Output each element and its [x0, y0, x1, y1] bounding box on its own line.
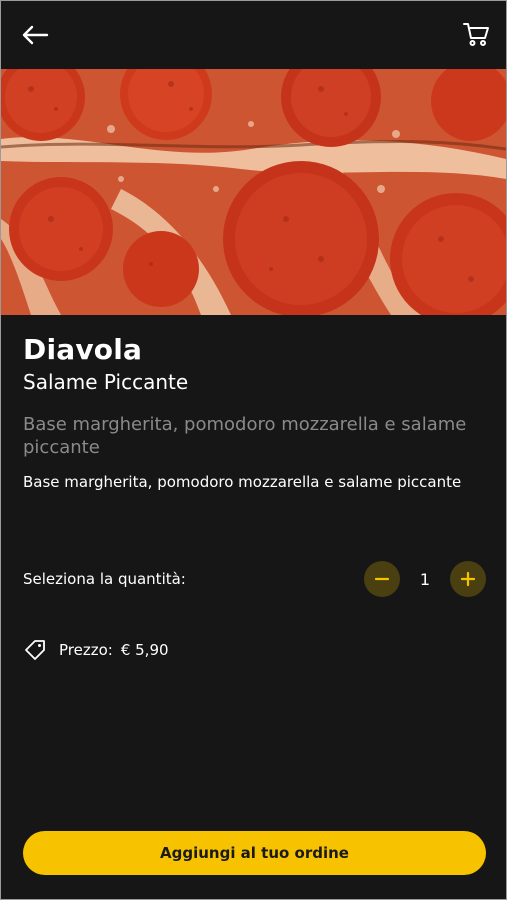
product-description: Base margherita, pomodoro mozzarella e s…: [23, 473, 462, 491]
arrow-left-icon: [22, 25, 49, 45]
quantity-label: Seleziona la quantità:: [23, 570, 186, 588]
decrease-quantity-button[interactable]: [364, 561, 400, 597]
add-to-order-button[interactable]: Aggiungi al tuo ordine: [23, 831, 486, 875]
minus-icon: [374, 577, 390, 581]
product-subtitle: Salame Piccante: [23, 370, 189, 394]
cart-button[interactable]: [460, 18, 492, 50]
top-bar: [1, 1, 506, 69]
pepperoni-pizza-photo: [1, 69, 506, 315]
quantity-selector: Seleziona la quantità: 1: [23, 561, 486, 597]
price-label: Prezzo:: [59, 641, 113, 659]
quantity-stepper: 1: [364, 561, 486, 597]
increase-quantity-button[interactable]: [450, 561, 486, 597]
product-name: Diavola: [23, 333, 143, 366]
product-description-muted: Base margherita, pomodoro mozzarella e s…: [23, 414, 467, 458]
back-button[interactable]: [19, 19, 51, 51]
quantity-value: 1: [419, 569, 431, 589]
price-value: € 5,90: [120, 641, 169, 659]
cart-icon: [463, 23, 489, 46]
product-info: Diavola Salame Piccante Base margherita,…: [23, 333, 486, 493]
price-row: Prezzo: € 5,90: [23, 637, 169, 663]
plus-icon: [460, 571, 476, 587]
price-tag-icon: [25, 640, 45, 660]
product-image: [1, 69, 506, 315]
product-detail-screen: Diavola Salame Piccante Base margherita,…: [0, 0, 507, 900]
